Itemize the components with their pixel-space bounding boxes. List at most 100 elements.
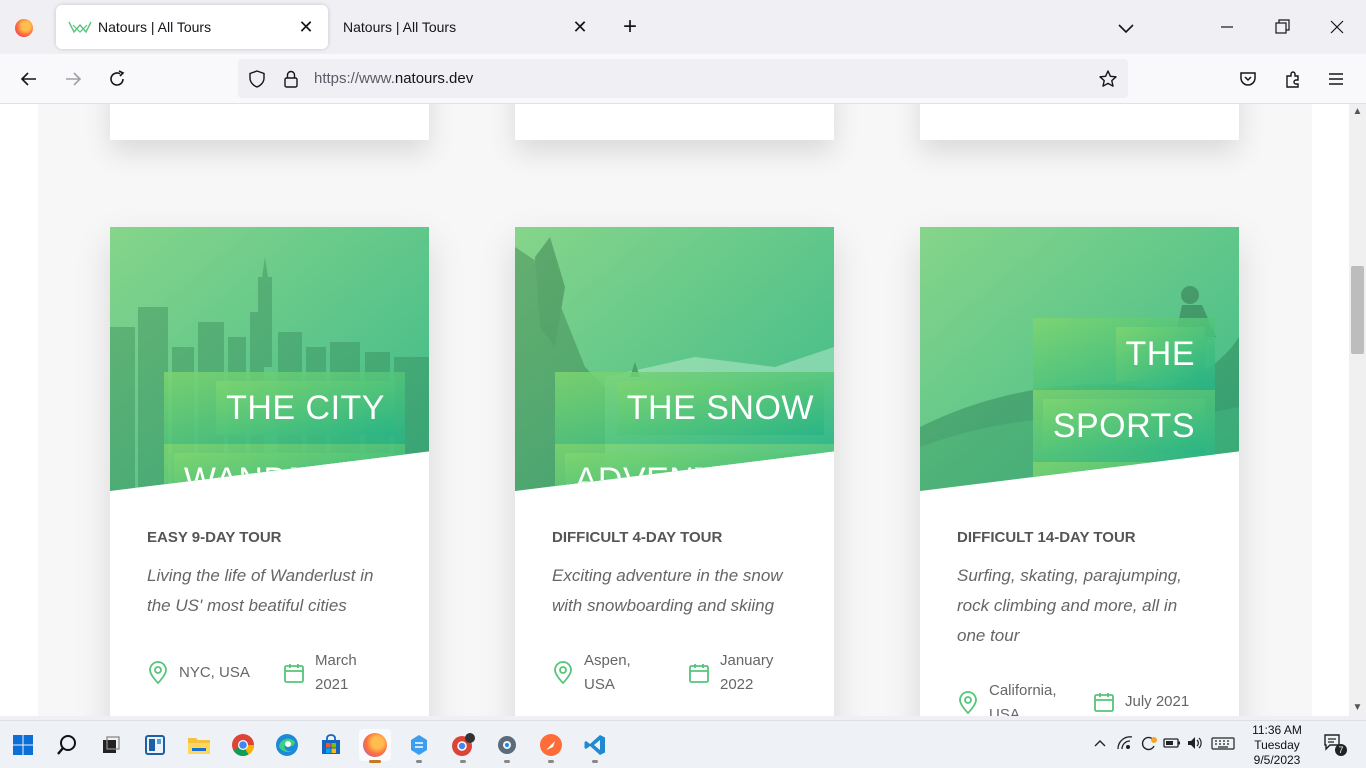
tour-date-text: March 2021	[315, 652, 357, 693]
reload-button[interactable]	[103, 65, 131, 93]
microsoft-store-button[interactable]	[315, 729, 347, 761]
tour-location-text: NYC, USA	[179, 664, 250, 681]
chrome-icon	[232, 734, 254, 756]
sync-status-icon[interactable]	[1140, 735, 1158, 754]
edge-icon	[276, 734, 298, 756]
battery-icon[interactable]	[1163, 735, 1181, 754]
app-menu-button[interactable]	[1322, 65, 1350, 93]
tab-strip: Natours | All Tours ✕ Natours | All Tour…	[0, 0, 1366, 54]
close-window-button[interactable]	[1322, 12, 1352, 42]
notification-center-button[interactable]: 7	[1322, 731, 1347, 758]
forward-button[interactable]	[59, 65, 87, 93]
running-indicator	[548, 760, 554, 763]
tour-date: March 2021	[283, 649, 373, 697]
tour-card-title: DIFFICULT 14-DAY TOUR	[957, 529, 1136, 546]
close-tab-icon[interactable]: ✕	[570, 17, 590, 37]
map-pin-icon	[554, 661, 572, 685]
restore-button[interactable]	[1267, 12, 1297, 42]
address-bar[interactable]: https://www.natours.dev	[238, 59, 1128, 98]
lock-icon[interactable]	[280, 68, 302, 90]
running-indicator	[416, 760, 422, 763]
scrollbar-thumb[interactable]	[1351, 266, 1364, 354]
clock-date: 9/5/2023	[1253, 753, 1301, 767]
extensions-button[interactable]	[1279, 65, 1307, 93]
tour-card-picture: THE SNOW ADVENTURER	[515, 227, 834, 491]
clock[interactable]: 11:36 AM Tuesday 9/5/2023	[1246, 723, 1308, 768]
tour-date-text: July 2021	[1125, 693, 1190, 710]
minimize-button[interactable]	[1212, 12, 1242, 42]
firefox-taskbar-button[interactable]	[359, 729, 391, 763]
settings-button[interactable]	[491, 729, 523, 763]
edge-button[interactable]	[271, 729, 303, 761]
network-icon[interactable]	[1116, 735, 1134, 754]
copilot-button[interactable]	[403, 729, 435, 763]
restore-icon	[1275, 19, 1290, 34]
tour-card-sports-lover[interactable]: THE SPORTS LOVER DIFFICULT 14-DAY TOUR S…	[920, 227, 1239, 716]
hamburger-menu-icon	[1329, 73, 1343, 85]
running-indicator	[460, 760, 466, 763]
tour-card-heading: THE SNOW ADVENTURER	[554, 372, 834, 491]
vertical-scrollbar[interactable]: ▲ ▼	[1349, 104, 1366, 716]
tab-title: Natours | All Tours	[98, 19, 212, 35]
new-tab-button[interactable]: +	[616, 14, 644, 42]
chevron-up-icon	[1094, 740, 1106, 747]
file-explorer-button[interactable]	[183, 729, 215, 761]
tab-natours-active[interactable]: Natours | All Tours ✕	[56, 5, 328, 49]
card-bottom-edge	[515, 104, 834, 140]
bookmark-star-icon[interactable]	[1097, 68, 1119, 90]
task-view-button[interactable]	[95, 729, 127, 761]
postman-icon	[540, 734, 562, 756]
chrome-button[interactable]	[227, 729, 259, 761]
close-tab-icon[interactable]: ✕	[296, 17, 316, 37]
search-icon	[57, 735, 76, 755]
pocket-icon	[1240, 72, 1256, 86]
firefox-icon	[363, 733, 387, 757]
tour-location: NYC, USA	[147, 661, 257, 685]
firefox-icon	[15, 19, 33, 37]
tour-location-text: California, USA	[989, 682, 1057, 716]
navigation-toolbar: https://www.natours.dev	[0, 54, 1366, 104]
windows-logo-icon	[13, 735, 33, 755]
puzzle-piece-icon	[1286, 71, 1299, 88]
running-indicator	[504, 760, 510, 763]
task-view-icon	[103, 736, 120, 753]
tour-card-title: DIFFICULT 4-DAY TOUR	[552, 529, 723, 546]
scroll-down-arrow-icon[interactable]: ▼	[1349, 700, 1366, 716]
tour-location: Aspen, USA	[552, 649, 647, 697]
copilot-icon	[411, 735, 427, 755]
volume-icon[interactable]	[1186, 735, 1204, 754]
chrome-profile-button[interactable]	[447, 729, 479, 763]
keyboard-icon[interactable]	[1211, 735, 1235, 754]
tour-card-picture: THE SPORTS LOVER	[920, 227, 1239, 491]
firefox-view-button[interactable]	[10, 14, 38, 42]
list-all-tabs-button[interactable]	[1112, 14, 1140, 42]
heading-line-1: THE SNOW	[616, 381, 824, 435]
windows-taskbar: 11:36 AM Tuesday 9/5/2023 7	[0, 720, 1366, 768]
map-pin-icon	[959, 691, 977, 715]
vscode-button[interactable]	[579, 729, 611, 763]
postman-button[interactable]	[535, 729, 567, 763]
heading-line-1: THE	[1115, 327, 1205, 381]
running-indicator	[592, 760, 598, 763]
tracking-protection-shield-icon[interactable]	[246, 68, 268, 90]
show-hidden-icons-button[interactable]	[1092, 735, 1108, 754]
tab-natours-inactive[interactable]: Natours | All Tours ✕	[330, 5, 602, 49]
tour-date: July 2021	[1093, 690, 1213, 714]
tour-card-title: EASY 9-DAY TOUR	[147, 529, 282, 546]
section-tours: THE CITY WANDERER EASY 9-DAY TOUR Living…	[38, 104, 1312, 716]
widgets-button[interactable]	[139, 729, 171, 761]
url-text[interactable]: https://www.natours.dev	[314, 70, 473, 87]
widgets-icon	[145, 735, 165, 755]
search-button[interactable]	[51, 729, 83, 761]
tour-card-snow-adventurer[interactable]: THE SNOW ADVENTURER DIFFICULT 4-DAY TOUR…	[515, 227, 834, 716]
store-bag-icon	[322, 734, 340, 754]
heading-line-2: WANDERER	[173, 453, 395, 491]
close-icon	[1330, 20, 1344, 34]
scroll-up-arrow-icon[interactable]: ▲	[1349, 104, 1366, 120]
running-indicator	[369, 760, 381, 763]
back-button[interactable]	[15, 65, 43, 93]
tour-card-city-wanderer[interactable]: THE CITY WANDERER EASY 9-DAY TOUR Living…	[110, 227, 429, 716]
pocket-button[interactable]	[1234, 65, 1262, 93]
start-button[interactable]	[7, 729, 39, 761]
tour-card-description: Exciting adventure in the snow with snow…	[552, 566, 783, 615]
